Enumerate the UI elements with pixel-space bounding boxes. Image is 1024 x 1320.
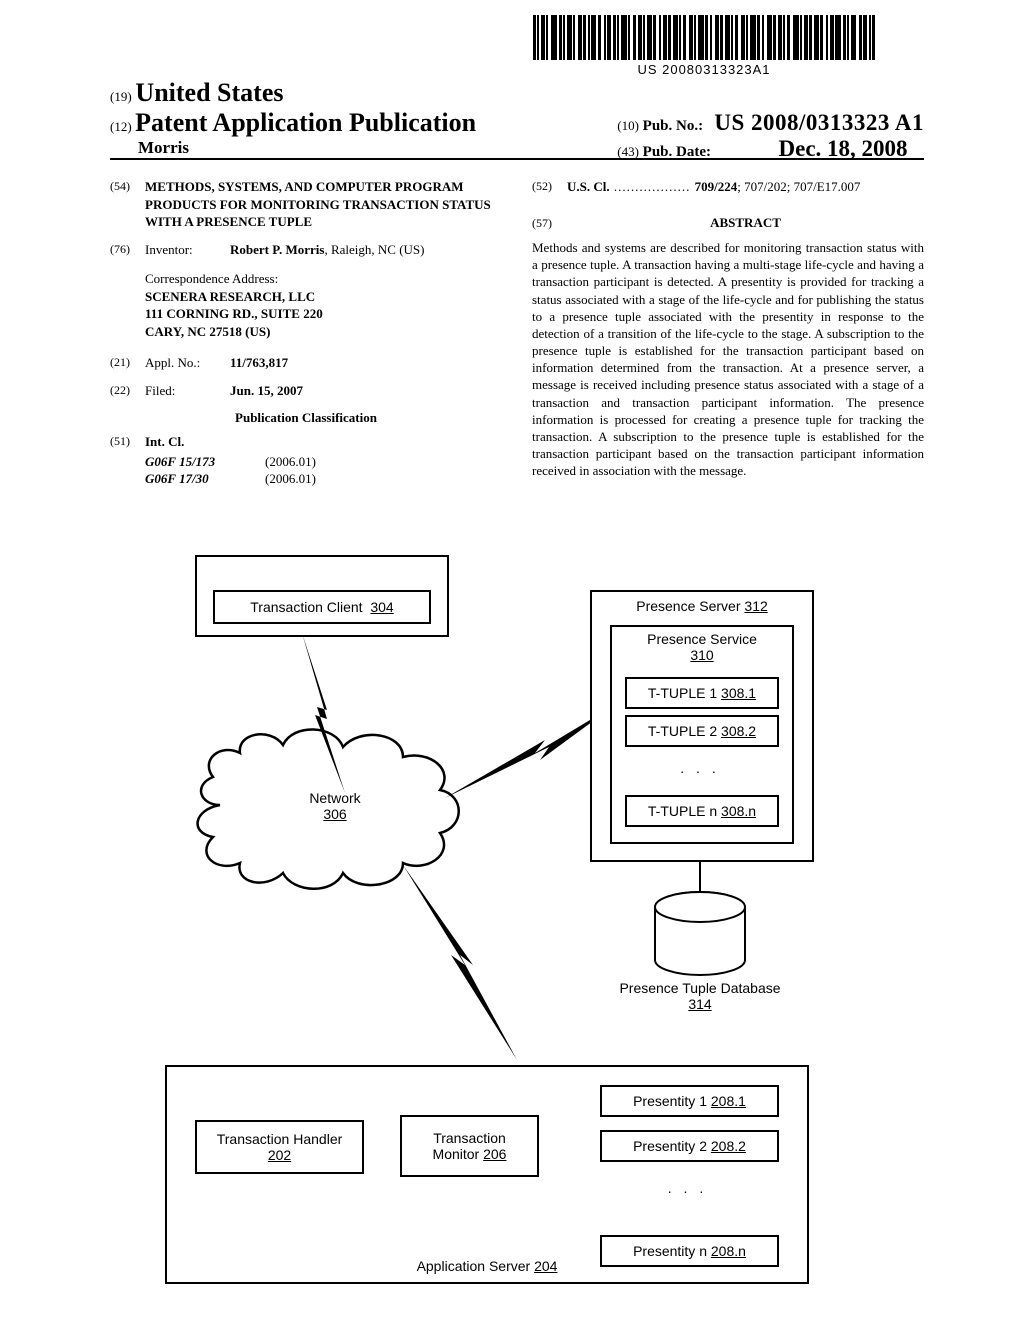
inventor-loc: , Raleigh, NC (US) (324, 242, 424, 257)
network-num: 306 (290, 806, 380, 822)
intcl-2-year: (2006.01) (265, 470, 316, 488)
code-76: (76) (110, 241, 145, 259)
ttuple-n-label: T-TUPLE n (648, 803, 717, 819)
uscl-rest: ; 707/202; 707/E17.007 (737, 179, 860, 194)
transaction-monitor-label1: Transaction (433, 1130, 506, 1146)
document-header: (19) United States (12) Patent Applicati… (110, 78, 924, 162)
filed-label: Filed: (145, 382, 230, 400)
right-column: (52) U.S. Cl. .................. 709/224… (532, 178, 924, 488)
barcode-text: US 20080313323A1 (484, 62, 924, 77)
ttuple-1-num: 308.1 (721, 685, 756, 701)
ptdb-num: 314 (600, 996, 800, 1012)
ttuple-dots: . . . (625, 760, 775, 776)
inventor-name: Robert P. Morris (230, 242, 324, 257)
inventor-label: Inventor: (145, 241, 230, 259)
code-22: (22) (110, 382, 145, 400)
code-10: (10) (617, 118, 639, 133)
ttuple-n-num: 308.n (721, 803, 756, 819)
correspondence-line3: CARY, NC 27518 (US) (145, 324, 270, 339)
barcode-area: US 20080313323A1 (484, 15, 924, 77)
app-server-num: 204 (534, 1258, 557, 1274)
pub-no: US 2008/0313323 A1 (714, 110, 924, 135)
network-label: Network (290, 790, 380, 806)
presentity-1-box: Presentity 1 208.1 (600, 1085, 779, 1117)
network-label-group: Network 306 (290, 790, 380, 822)
presentity-2-num: 208.2 (711, 1138, 746, 1154)
ttuple-2-box: T-TUPLE 2 308.2 (625, 715, 779, 747)
transaction-handler-label: Transaction Handler (217, 1131, 343, 1147)
country: United States (135, 78, 283, 107)
presentity-n-num: 208.n (711, 1243, 746, 1259)
transaction-monitor-num: 206 (483, 1146, 506, 1162)
pub-type: Patent Application Publication (135, 108, 476, 137)
uscl-dots: .................. (610, 179, 695, 194)
code-54: (54) (110, 178, 145, 231)
presence-service-num: 310 (690, 647, 713, 663)
transaction-handler-box: Transaction Handler 202 (195, 1120, 364, 1174)
pub-no-label: Pub. No.: (643, 118, 703, 134)
presentity-2-box: Presentity 2 208.2 (600, 1130, 779, 1162)
transaction-client-num: 304 (370, 599, 393, 615)
presence-server-num: 312 (744, 598, 767, 614)
app-server-label: Application Server (417, 1258, 531, 1274)
ttuple-n-box: T-TUPLE n 308.n (625, 795, 779, 827)
transaction-client-box: Transaction Client 304 (213, 590, 431, 624)
correspondence-line1: SCENERA RESEARCH, LLC (145, 289, 315, 304)
filed-date: Jun. 15, 2007 (230, 383, 303, 398)
barcode (484, 15, 924, 60)
left-column: (54) METHODS, SYSTEMS, AND COMPUTER PROG… (110, 178, 502, 488)
appl-no-label: Appl. No.: (145, 354, 230, 372)
ptdb-label-group: Presence Tuple Database 314 (600, 980, 800, 1012)
uscl-label: U.S. Cl. (567, 179, 610, 194)
correspondence-line2: 111 CORNING RD., SUITE 220 (145, 306, 323, 321)
intcl-label: Int. Cl. (145, 434, 184, 449)
ttuple-2-num: 308.2 (721, 723, 756, 739)
code-52: (52) (532, 178, 567, 196)
presence-server-label: Presence Server (636, 598, 740, 614)
header-rule (110, 158, 924, 160)
ptdb-label: Presence Tuple Database (600, 980, 800, 996)
bibliographic-columns: (54) METHODS, SYSTEMS, AND COMPUTER PROG… (110, 178, 924, 488)
ttuple-1-label: T-TUPLE 1 (648, 685, 717, 701)
transaction-monitor-label2: Monitor (433, 1146, 480, 1162)
transaction-monitor-box: Transaction Monitor 206 (400, 1115, 539, 1177)
code-19: (19) (110, 89, 132, 104)
presence-service-label: Presence Service (647, 631, 757, 647)
presentity-n-label: Presentity n (633, 1243, 707, 1259)
uscl-primary: 709/224 (695, 179, 738, 194)
transaction-client-label: Transaction Client (250, 599, 362, 615)
presentity-1-num: 208.1 (711, 1093, 746, 1109)
presentity-1-label: Presentity 1 (633, 1093, 707, 1109)
intcl-2-code: G06F 17/30 (145, 470, 265, 488)
presentity-2-label: Presentity 2 (633, 1138, 707, 1154)
abstract-heading: ABSTRACT (567, 214, 924, 232)
code-21: (21) (110, 354, 145, 372)
ttuple-1-box: T-TUPLE 1 308.1 (625, 677, 779, 709)
appl-no: 11/763,817 (230, 355, 288, 370)
patent-figure: First Device 302 Transaction Client 304 … (145, 555, 889, 1290)
author: Morris (138, 138, 189, 157)
presentity-n-box: Presentity n 208.n (600, 1235, 779, 1267)
correspondence-label: Correspondence Address: (145, 270, 502, 288)
code-12: (12) (110, 119, 132, 134)
pub-classification-heading: Publication Classification (110, 409, 502, 427)
presentity-dots: . . . (600, 1180, 775, 1196)
transaction-handler-num: 202 (268, 1147, 291, 1163)
abstract-text: Methods and systems are described for mo… (532, 239, 924, 479)
ttuple-2-label: T-TUPLE 2 (648, 723, 717, 739)
code-43: (43) (617, 144, 639, 159)
code-51: (51) (110, 433, 145, 451)
invention-title: METHODS, SYSTEMS, AND COMPUTER PROGRAM P… (145, 178, 502, 231)
intcl-1-code: G06F 15/173 (145, 453, 265, 471)
intcl-1-year: (2006.01) (265, 453, 316, 471)
code-57: (57) (532, 215, 567, 231)
